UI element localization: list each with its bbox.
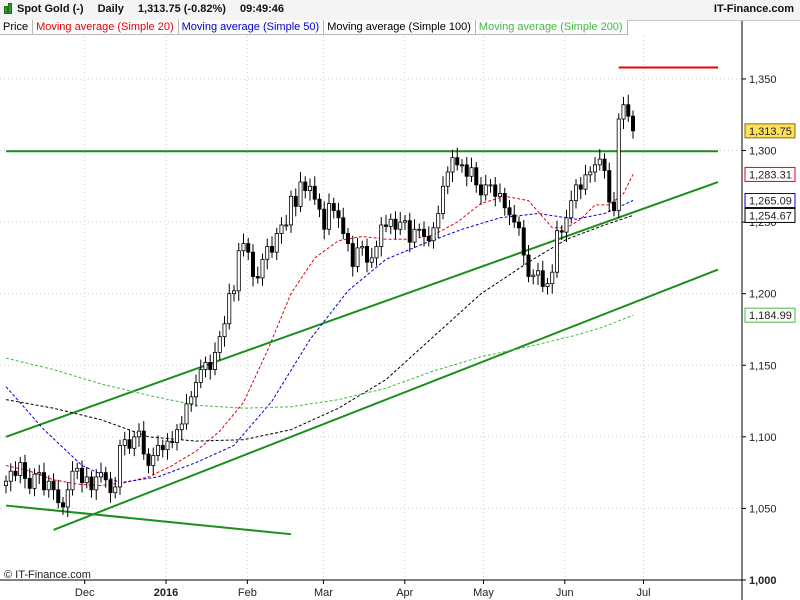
y-tick-label: 1,000 — [749, 575, 777, 587]
brand-label: IT-Finance.com — [713, 3, 794, 15]
chart-header: Spot Gold (-) Daily 1,313.75 (-0.82%) 09… — [0, 0, 800, 21]
x-axis: Dec 2016 Feb Mar Apr May Jun Jul — [0, 579, 742, 599]
plot-area — [0, 36, 742, 580]
quote-value: 1,313.75 (-0.82%) — [137, 3, 226, 15]
svg-text:1,283.31: 1,283.31 — [749, 169, 792, 181]
candle — [118, 439, 123, 495]
y-tick-label: 1,200 — [749, 289, 777, 301]
x-tick-label: Jun — [556, 587, 574, 599]
x-tick-label: Feb — [238, 587, 257, 599]
x-tick-label: Mar — [314, 587, 333, 599]
indicator-legend: Price Moving average (Simple 20) Moving … — [0, 20, 628, 35]
y-tick-label: 1,100 — [749, 432, 777, 444]
svg-text:1,265.09: 1,265.09 — [749, 196, 792, 208]
y-tick-label: 1,350 — [749, 74, 777, 86]
legend-sma-20[interactable]: Moving average (Simple 20) — [33, 20, 179, 35]
svg-text:1,313.75: 1,313.75 — [749, 126, 792, 138]
legend-price[interactable]: Price — [0, 20, 34, 35]
svg-text:1,254.67: 1,254.67 — [749, 210, 792, 222]
candlestick-logo-icon — [4, 3, 13, 15]
x-tick-label: Apr — [396, 587, 413, 599]
candle — [616, 113, 621, 219]
last-price-badge: 1,313.75 — [744, 123, 796, 139]
y-tick-label: 1,300 — [749, 146, 777, 158]
legend-sma-200[interactable]: Moving average (Simple 200) — [475, 20, 628, 35]
x-tick-label: 2016 — [154, 587, 178, 599]
instrument-name: Spot Gold (-) — [17, 3, 84, 15]
svg-text:1,184.99: 1,184.99 — [749, 310, 792, 322]
period-label: Daily — [97, 3, 124, 15]
sma-100-badge: 1,254.67 — [744, 207, 796, 223]
sma-20-badge: 1,283.31 — [744, 166, 796, 182]
sma-200-badge: 1,184.99 — [744, 307, 796, 323]
copyright-text: © IT-Finance.com — [4, 569, 91, 581]
chart-grid — [0, 36, 742, 581]
y-axis: 1,0001,0501,1001,1501,2001,2501,3001,350… — [741, 20, 796, 600]
price-chart: 1,0001,0501,1001,1501,2001,2501,3001,350… — [0, 20, 796, 600]
x-tick-label: May — [473, 587, 494, 599]
sma-50-badge: 1,265.09 — [744, 193, 796, 209]
y-tick-label: 1,150 — [749, 360, 777, 372]
quote-time: 09:49:46 — [239, 3, 284, 15]
legend-sma-50[interactable]: Moving average (Simple 50) — [178, 20, 325, 35]
legend-sma-100[interactable]: Moving average (Simple 100) — [324, 20, 476, 35]
x-tick-label: Dec — [75, 587, 95, 599]
y-tick-label: 1,050 — [749, 503, 777, 515]
x-tick-label: Jul — [636, 587, 650, 599]
